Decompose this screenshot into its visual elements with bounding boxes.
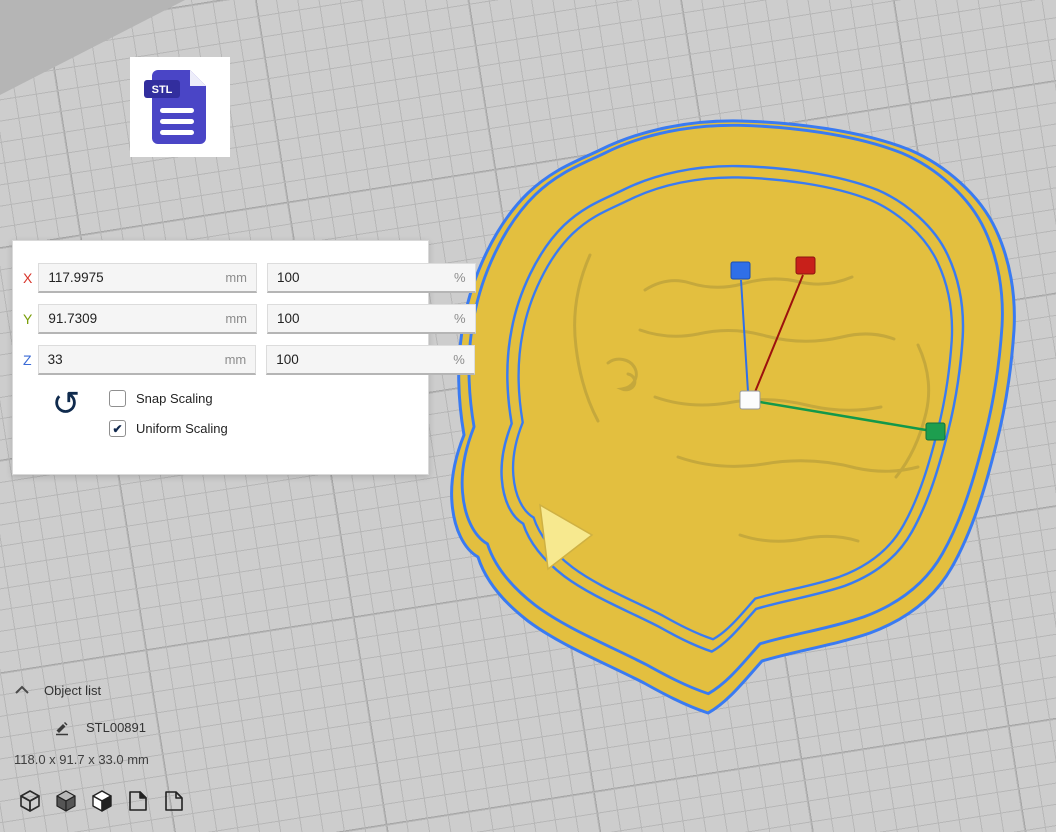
page-fold-filled-icon[interactable] xyxy=(124,788,151,814)
uniform-check-glyph: ✔ xyxy=(112,422,122,436)
y-axis-label: Y xyxy=(23,311,32,327)
scale-y-mm-input[interactable] xyxy=(39,311,225,326)
z-axis-label: Z xyxy=(23,352,32,368)
rename-pencil-icon xyxy=(54,719,72,736)
scale-panel-controls: ↺ Snap Scaling ✔ Uniform Scaling xyxy=(13,387,428,437)
snap-scaling-row: Snap Scaling xyxy=(109,390,228,407)
model-dimensions-label: 118.0 x 91.7 x 33.0 mm xyxy=(14,752,149,767)
uniform-scaling-row: ✔ Uniform Scaling xyxy=(109,420,228,437)
gizmo-center-handle[interactable] xyxy=(740,391,760,409)
scale-y-percent-input[interactable] xyxy=(268,311,454,326)
object-name: STL00891 xyxy=(86,720,146,735)
scale-x-percent-unit: % xyxy=(454,270,475,285)
reset-icon: ↺ xyxy=(52,387,81,421)
cube-solid-icon[interactable] xyxy=(52,788,79,814)
stl-document-icon: STL xyxy=(144,66,216,148)
scale-y-mm-unit: mm xyxy=(225,311,256,326)
scale-x-mm-unit: mm xyxy=(225,270,256,285)
gizmo-z-handle[interactable] xyxy=(731,262,750,279)
scale-z-percent-input[interactable] xyxy=(267,352,453,367)
scale-tool-panel: X mm % Y mm % Z mm xyxy=(12,240,429,475)
stl-badge-label: STL xyxy=(152,84,173,96)
cube-half-shaded-icon[interactable] xyxy=(88,788,115,814)
uniform-scaling-label: Uniform Scaling xyxy=(136,421,228,436)
scale-row-y: Y mm % xyxy=(23,304,411,334)
scale-y-mm-field: mm xyxy=(38,304,257,334)
stl-file-thumbnail: STL xyxy=(130,57,230,157)
model-canvas xyxy=(440,105,1040,730)
gizmo-x-handle[interactable] xyxy=(796,257,815,274)
page-fold-outline-icon[interactable] xyxy=(160,788,187,814)
scale-row-z: Z mm % xyxy=(23,345,411,375)
scale-y-percent-unit: % xyxy=(454,311,475,326)
scale-z-percent-field: % xyxy=(266,345,475,375)
scale-z-mm-field: mm xyxy=(38,345,257,375)
scale-z-mm-unit: mm xyxy=(225,352,256,367)
document-fold xyxy=(190,70,206,86)
scale-x-mm-field: mm xyxy=(38,263,257,293)
3d-viewport[interactable]: STL X mm % Y mm % xyxy=(0,0,1056,832)
x-axis-label: X xyxy=(23,270,32,286)
uniform-scaling-checkbox[interactable]: ✔ xyxy=(109,420,126,437)
scale-row-x: X mm % xyxy=(23,263,411,293)
scale-z-mm-input[interactable] xyxy=(39,352,225,367)
chevron-up-icon xyxy=(14,685,32,695)
mesh-type-toolbar xyxy=(16,788,187,814)
snap-scaling-label: Snap Scaling xyxy=(136,391,213,406)
scale-y-percent-field: % xyxy=(267,304,476,334)
snap-scaling-checkbox[interactable] xyxy=(109,390,126,407)
object-list-item[interactable]: STL00891 xyxy=(14,717,149,737)
reset-scale-button[interactable]: ↺ xyxy=(23,387,109,437)
scale-x-percent-input[interactable] xyxy=(268,270,454,285)
scale-checkboxes: Snap Scaling ✔ Uniform Scaling xyxy=(109,387,228,437)
cube-wireframe-icon[interactable] xyxy=(16,788,43,814)
scale-x-percent-field: % xyxy=(267,263,476,293)
object-list-panel: Object list STL00891 118.0 x 91.7 x 33.0… xyxy=(14,680,149,767)
object-list-header[interactable]: Object list xyxy=(14,680,149,700)
object-list-label: Object list xyxy=(44,683,101,698)
gizmo-y-handle[interactable] xyxy=(926,423,945,440)
scale-z-percent-unit: % xyxy=(453,352,474,367)
scale-x-mm-input[interactable] xyxy=(39,270,225,285)
